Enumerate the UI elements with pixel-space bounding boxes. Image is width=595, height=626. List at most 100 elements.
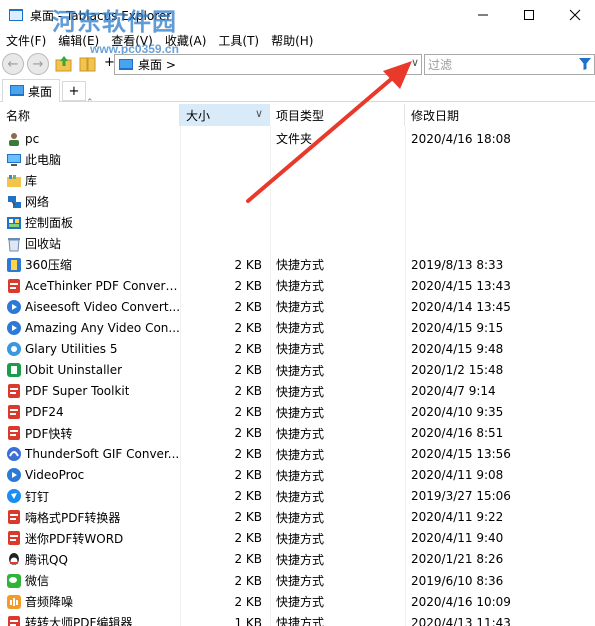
chevron-down-icon[interactable]: ∨	[255, 107, 263, 120]
cell-name: 腾讯QQ	[0, 551, 180, 568]
file-row[interactable]: ThunderSoft GIF Conver... 2 KB 快捷方式 2020/4/…	[0, 444, 595, 465]
file-row[interactable]: 此电脑	[0, 149, 595, 170]
file-row[interactable]: 库	[0, 170, 595, 191]
menu-help[interactable]: 帮助(H)	[265, 32, 319, 49]
pdf-app-icon	[8, 384, 20, 399]
cell-type: 快捷方式	[276, 279, 325, 294]
file-row[interactable]: 网络	[0, 191, 595, 212]
file-row[interactable]: PDF24 2 KB 快捷方式 2020/4/10 9:35	[0, 402, 595, 423]
file-row[interactable]: 回收站	[0, 233, 595, 254]
cell-type: 快捷方式	[276, 552, 325, 567]
file-name: 腾讯QQ	[25, 552, 68, 567]
filter-funnel-icon[interactable]	[578, 57, 592, 71]
file-row[interactable]: 转转大师PDF编辑器 1 KB 快捷方式 2020/4/13 11:43	[0, 612, 595, 626]
cell-date: 2019/3/27 15:06	[411, 489, 511, 504]
minimize-button[interactable]	[460, 0, 506, 30]
pdf-app-icon	[8, 278, 20, 293]
file-name: 转转大师PDF编辑器	[25, 616, 133, 626]
folders-icon[interactable]	[78, 54, 98, 74]
column-size-label: 大小	[186, 108, 211, 123]
pdf-app-icon	[8, 510, 20, 525]
address-bar[interactable]: 桌面 > ∨	[114, 54, 422, 75]
cell-size: 2 KB	[234, 384, 262, 399]
cell-type: 快捷方式	[276, 342, 325, 357]
file-row[interactable]: 控制面板	[0, 212, 595, 233]
cell-size: 2 KB	[234, 447, 262, 462]
cell-date: 2019/6/10 8:36	[411, 573, 504, 588]
file-row[interactable]: AceThinker PDF Convert... 2 KB 快捷方式 2020/4/…	[0, 275, 595, 296]
file-row[interactable]: 嗨格式PDF转换器 2 KB 快捷方式 2020/4/11 9:22	[0, 507, 595, 528]
cell-type: 文件夹	[276, 132, 313, 147]
minimize-icon	[478, 14, 488, 16]
network-icon	[8, 195, 21, 208]
add-tab-button[interactable]: +	[62, 81, 86, 101]
archive-app-icon	[7, 257, 21, 272]
column-type[interactable]: 项目类型	[270, 104, 405, 126]
cell-name: VideoProc	[0, 467, 180, 483]
filter-placeholder: 过滤	[428, 58, 453, 72]
cell-date: 2020/4/7 9:14	[411, 384, 496, 399]
cell-size: 2 KB	[234, 363, 262, 378]
file-row[interactable]: Glary Utilities 5 2 KB 快捷方式 2020/4/15 9:48	[0, 338, 595, 359]
cell-date: 2019/8/13 8:33	[411, 257, 504, 272]
toolbar: ← → + 桌面 > ∨ 过滤	[0, 51, 595, 77]
uninstaller-app-icon	[7, 363, 21, 378]
chevron-down-icon[interactable]: ∨	[411, 56, 419, 69]
column-date[interactable]: 修改日期	[405, 104, 595, 126]
cell-size: 2 KB	[234, 299, 262, 314]
cell-name: Aiseesoft Video Convert...	[0, 299, 180, 315]
file-name: pc	[25, 131, 40, 146]
computer-icon	[7, 153, 21, 166]
cell-name: 360压缩	[0, 256, 180, 273]
cell-name: 嗨格式PDF转换器	[0, 509, 180, 526]
title-bar[interactable]: 桌面 - Tablacus Explorer 河东软件园	[0, 0, 595, 36]
file-row[interactable]: Amazing Any Video Con... 2 KB 快捷方式 2020/4/1…	[0, 317, 595, 338]
menu-file[interactable]: 文件(F)	[0, 32, 52, 49]
file-name: 控制面板	[25, 216, 74, 231]
file-row[interactable]: IObit Uninstaller 2 KB 快捷方式 2020/1/2 15:48	[0, 360, 595, 381]
file-row[interactable]: 腾讯QQ 2 KB 快捷方式 2020/1/21 8:26	[0, 549, 595, 570]
file-name: IObit Uninstaller	[25, 363, 123, 378]
desktop-icon	[119, 58, 133, 70]
file-row[interactable]: Aiseesoft Video Convert... 2 KB 快捷方式 2020/4…	[0, 296, 595, 317]
cell-type: 快捷方式	[276, 616, 325, 626]
video-app-icon	[7, 299, 21, 314]
cell-date: 2020/1/2 15:48	[411, 363, 504, 378]
file-row[interactable]: 迷你PDF转WORD 2 KB 快捷方式 2020/4/11 9:40	[0, 528, 595, 549]
pdf-app-icon	[8, 615, 20, 626]
desktop-icon	[10, 85, 24, 96]
file-name: 音频降噪	[25, 595, 74, 610]
dingtalk-app-icon	[7, 489, 21, 504]
cell-date: 2020/4/11 9:40	[411, 531, 504, 546]
back-button[interactable]: ←	[2, 53, 24, 75]
user-folder-icon	[9, 132, 19, 146]
file-row[interactable]: PDF Super Toolkit 2 KB 快捷方式 2020/4/7 9:14	[0, 381, 595, 402]
column-size[interactable]: 大小 ∨	[180, 104, 270, 126]
cell-date: 2020/4/15 13:56	[411, 447, 511, 462]
file-row[interactable]: 微信 2 KB 快捷方式 2019/6/10 8:36	[0, 570, 595, 591]
menu-tools[interactable]: 工具(T)	[212, 32, 265, 49]
cell-size: 2 KB	[234, 552, 262, 567]
tab-desktop[interactable]: 桌面	[2, 79, 60, 102]
file-row[interactable]: pc 文件夹 2020/4/16 18:08	[0, 128, 595, 149]
close-button[interactable]	[552, 0, 595, 30]
column-name[interactable]: 名称 ⌃	[0, 98, 180, 126]
maximize-button[interactable]	[506, 0, 552, 30]
cell-size: 2 KB	[234, 573, 262, 588]
forward-button[interactable]: →	[27, 53, 49, 75]
up-folder-icon[interactable]	[54, 54, 74, 74]
file-row[interactable]: PDF快转 2 KB 快捷方式 2020/4/16 8:51	[0, 423, 595, 444]
cell-date: 2020/4/13 11:43	[411, 615, 511, 626]
cell-name: PDF快转	[0, 425, 180, 442]
file-row[interactable]: 音频降噪 2 KB 快捷方式 2020/4/16 10:09	[0, 591, 595, 612]
pdf-app-icon	[8, 405, 20, 420]
cell-name: Glary Utilities 5	[0, 341, 180, 357]
file-name: 库	[25, 174, 38, 189]
file-row[interactable]: 钉钉 2 KB 快捷方式 2019/3/27 15:06	[0, 486, 595, 507]
app-icon	[9, 9, 23, 21]
file-row[interactable]: 360压缩 2 KB 快捷方式 2019/8/13 8:33	[0, 254, 595, 275]
file-row[interactable]: VideoProc 2 KB 快捷方式 2020/4/11 9:08	[0, 465, 595, 486]
recycle-bin-icon	[8, 237, 20, 252]
cell-name: IObit Uninstaller	[0, 362, 180, 378]
filter-input[interactable]: 过滤	[424, 54, 595, 75]
